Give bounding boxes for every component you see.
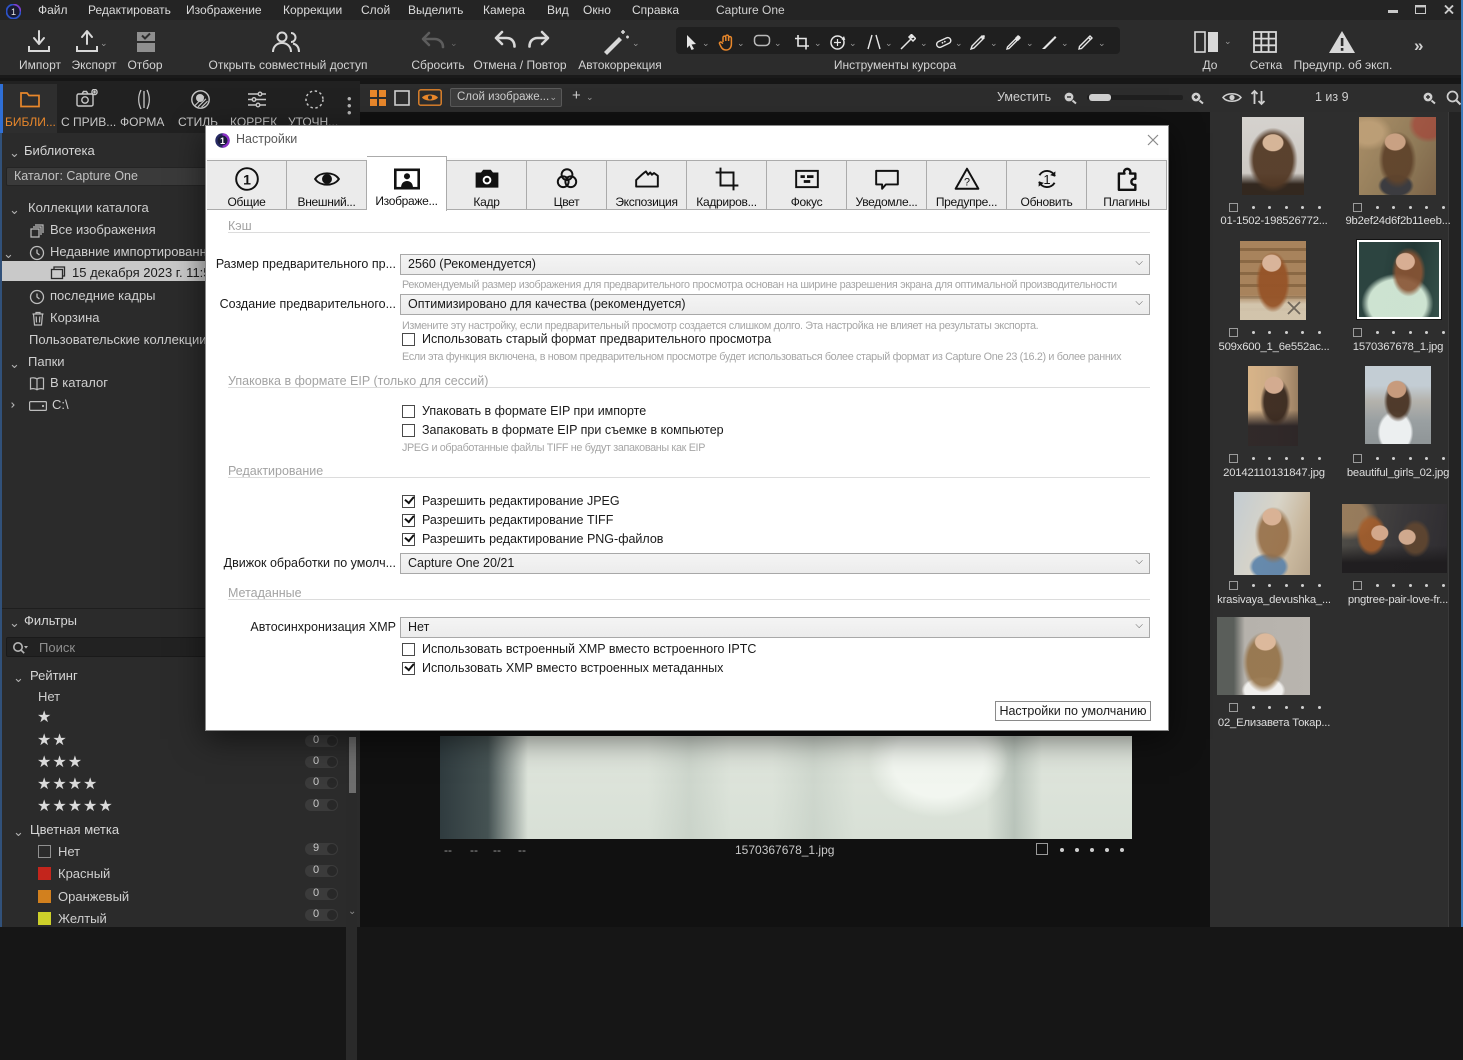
svg-text:1: 1 [1043,172,1050,187]
svg-text:1: 1 [243,171,251,187]
svg-text:1: 1 [220,136,225,146]
svg-text:1: 1 [11,7,16,17]
svg-text:?: ? [964,177,970,189]
